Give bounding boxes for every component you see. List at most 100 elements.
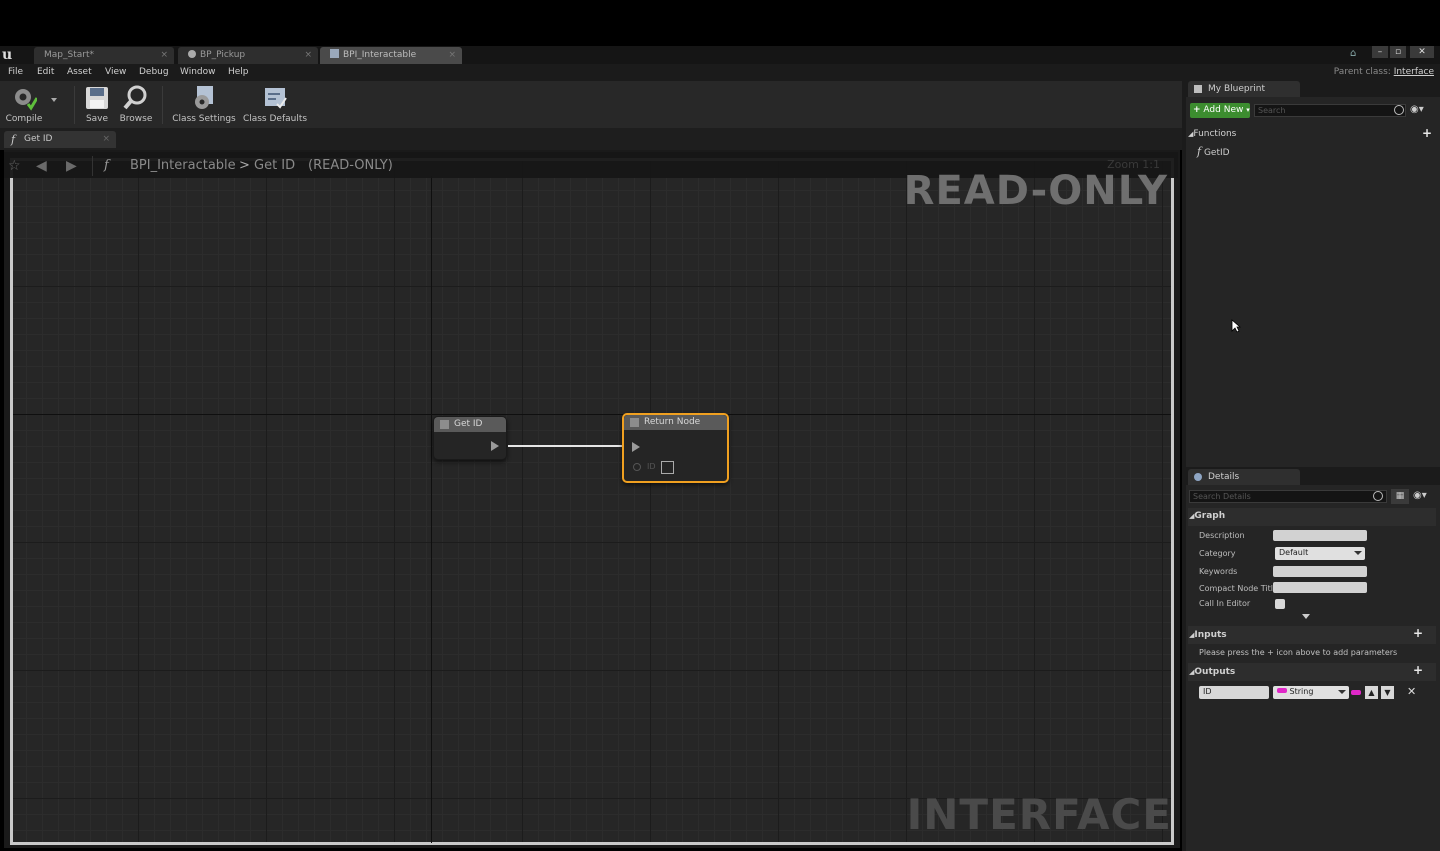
tab-label: Get ID — [24, 134, 53, 144]
details-search-input[interactable]: Search Details — [1189, 490, 1387, 503]
blueprint-search-input[interactable]: Search — [1254, 104, 1406, 117]
save-label: Save — [85, 114, 109, 124]
keywords-label: Keywords — [1199, 567, 1238, 576]
add-new-button[interactable]: + Add New ▾ — [1190, 103, 1250, 118]
menu-debug[interactable]: Debug — [139, 67, 169, 77]
plus-icon: + — [1193, 105, 1201, 115]
breadcrumb-root[interactable]: BPI_Interactable — [130, 158, 236, 173]
graph-section-header[interactable]: ◢Graph — [1189, 511, 1225, 521]
keywords-field[interactable] — [1273, 566, 1367, 577]
graph-section-bar — [1188, 508, 1436, 526]
parent-class: Parent class: Interface — [1334, 67, 1434, 77]
function-icon: f — [104, 158, 109, 173]
close-icon[interactable]: × — [304, 47, 312, 64]
read-only-watermark: READ-ONLY — [903, 168, 1168, 214]
container-type-icon[interactable] — [1351, 690, 1361, 695]
id-input-pin[interactable] — [633, 463, 641, 471]
add-output-button[interactable]: + — [1413, 663, 1423, 677]
menu-help[interactable]: Help — [228, 67, 249, 77]
category-dropdown[interactable]: Default — [1275, 547, 1365, 560]
forward-arrow-icon[interactable]: ▶ — [66, 158, 77, 174]
output-name-field[interactable]: ID — [1199, 686, 1269, 699]
exec-out-pin[interactable] — [491, 441, 499, 451]
add-function-button[interactable]: + — [1422, 126, 1432, 140]
add-input-button[interactable]: + — [1413, 626, 1423, 640]
function-item-getid[interactable]: f GetID — [1197, 145, 1230, 158]
compact-node-title-field[interactable] — [1273, 582, 1367, 593]
tab-my-blueprint[interactable]: My Blueprint — [1188, 81, 1300, 97]
menu-edit[interactable]: Edit — [37, 67, 54, 77]
class-defaults-button[interactable]: Class Defaults — [242, 84, 308, 124]
save-button[interactable]: Save — [82, 84, 112, 124]
tab-label: My Blueprint — [1208, 84, 1266, 94]
string-type-icon — [1277, 688, 1287, 693]
tab-details[interactable]: Details — [1188, 469, 1300, 485]
move-up-button[interactable]: ▲ — [1365, 686, 1378, 699]
eye-icon[interactable]: ◉▾ — [1410, 104, 1424, 115]
move-down-button[interactable]: ▼ — [1381, 686, 1394, 699]
close-icon[interactable]: × — [160, 47, 168, 64]
exec-wire — [508, 445, 626, 447]
node-header: Return Node — [624, 415, 727, 430]
compile-button[interactable]: Compile — [4, 84, 44, 124]
close-icon[interactable]: × — [448, 47, 456, 64]
class-settings-button[interactable]: Class Settings — [172, 84, 236, 124]
tab-map-start[interactable]: Map_Start* × — [34, 47, 174, 64]
functions-section-header[interactable]: ◢Functions — [1188, 129, 1236, 139]
inputs-section-header[interactable]: ◢Inputs — [1189, 630, 1227, 640]
menu-asset[interactable]: Asset — [67, 67, 92, 77]
section-title: Outputs — [1194, 667, 1236, 677]
breadcrumb-divider — [92, 156, 93, 176]
return-node[interactable]: Return Node ID — [622, 413, 729, 483]
advanced-expand-icon[interactable] — [1302, 614, 1310, 619]
tab-get-id[interactable]: f Get ID × — [4, 131, 116, 148]
add-new-label: Add New — [1203, 105, 1244, 115]
menu-view[interactable]: View — [105, 67, 126, 77]
call-in-editor-checkbox[interactable] — [1275, 599, 1285, 609]
remove-output-button[interactable]: ✕ — [1407, 685, 1416, 698]
tab-bp-pickup[interactable]: BP_Pickup × — [178, 47, 318, 64]
close-window-button[interactable]: ✕ — [1410, 46, 1434, 58]
menu-file[interactable]: File — [8, 67, 23, 77]
property-matrix-icon[interactable]: ▦ — [1391, 489, 1409, 504]
compile-label: Compile — [5, 114, 43, 124]
function-node-icon — [630, 418, 639, 427]
id-value-box[interactable] — [661, 461, 674, 474]
breadcrumb-leaf[interactable]: Get ID — [254, 158, 295, 173]
tab-label: Map_Start* — [44, 50, 94, 60]
tab-bpi-interactable[interactable]: BPI_Interactable × — [320, 47, 462, 64]
chevron-down-icon: ▾ — [1246, 106, 1250, 114]
menu-bar — [0, 64, 1440, 81]
back-arrow-icon[interactable]: ◀ — [36, 158, 47, 174]
maximize-button[interactable]: ▫ — [1390, 46, 1406, 58]
content-browser-icon[interactable]: ⌂ — [1350, 48, 1362, 60]
exec-in-pin[interactable] — [632, 442, 640, 452]
tab-label: BPI_Interactable — [343, 50, 417, 60]
class-defaults-icon — [265, 88, 287, 109]
parent-class-label: Parent class: — [1333, 67, 1391, 77]
description-field[interactable] — [1273, 530, 1367, 541]
class-defaults-label: Class Defaults — [242, 114, 308, 124]
blueprint-icon — [188, 50, 196, 58]
function-icon: f — [1197, 145, 1202, 158]
compile-gear-icon — [15, 89, 37, 111]
eye-icon[interactable]: ◉▾ — [1413, 490, 1427, 501]
function-entry-node[interactable]: Get ID — [433, 416, 507, 460]
function-node-icon — [440, 420, 449, 429]
close-icon[interactable]: × — [102, 131, 110, 148]
output-type-dropdown[interactable]: String — [1273, 686, 1349, 699]
minimize-button[interactable]: – — [1372, 46, 1388, 58]
details-icon — [1194, 473, 1202, 481]
function-label: GetID — [1203, 148, 1230, 158]
menu-window[interactable]: Window — [180, 67, 216, 77]
outputs-section-header[interactable]: ◢Outputs — [1189, 667, 1235, 677]
browse-button[interactable]: Browse — [118, 84, 154, 124]
search-icon — [1394, 105, 1404, 115]
compile-options-chevron-icon[interactable] — [51, 98, 57, 102]
star-icon[interactable]: ☆ — [8, 158, 21, 174]
graph-canvas[interactable] — [10, 158, 1174, 845]
section-title: Functions — [1193, 129, 1237, 139]
unreal-logo-icon: u — [2, 47, 13, 63]
mouse-cursor-icon — [1231, 319, 1241, 333]
parent-class-link[interactable]: Interface — [1394, 67, 1434, 77]
